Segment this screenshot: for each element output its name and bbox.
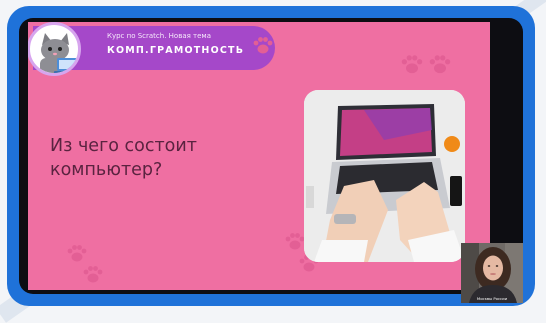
paw-print-icon: [401, 55, 423, 74]
presentation-slide: Курс по Scratch. Новая тема КОМП.ГРАМОТН…: [28, 22, 490, 290]
slide-heading-line-1: Из чего состоит: [50, 136, 197, 156]
paw-print-icon: [429, 55, 451, 74]
webcam-label: Москвы России: [476, 296, 508, 301]
paw-print-icon: [285, 233, 305, 250]
slide-heading-line-2: компьютер?: [50, 160, 163, 180]
paw-print-icon: [67, 245, 87, 262]
banner-subtitle: Курс по Scratch. Новая тема: [107, 32, 212, 40]
banner-title: КОМП.ГРАМОТНОСТЬ: [107, 45, 245, 56]
webcam-video: Москвы России: [461, 243, 523, 303]
slide-heading: Из чего состоит компьютер?: [50, 134, 250, 182]
cat-mascot-logo: [28, 22, 81, 76]
paw-print-icon: [83, 266, 103, 283]
paw-print-icon: [253, 37, 273, 54]
course-banner: Курс по Scratch. Новая тема КОМП.ГРАМОТН…: [28, 22, 275, 76]
laptop-photo: [304, 90, 465, 262]
